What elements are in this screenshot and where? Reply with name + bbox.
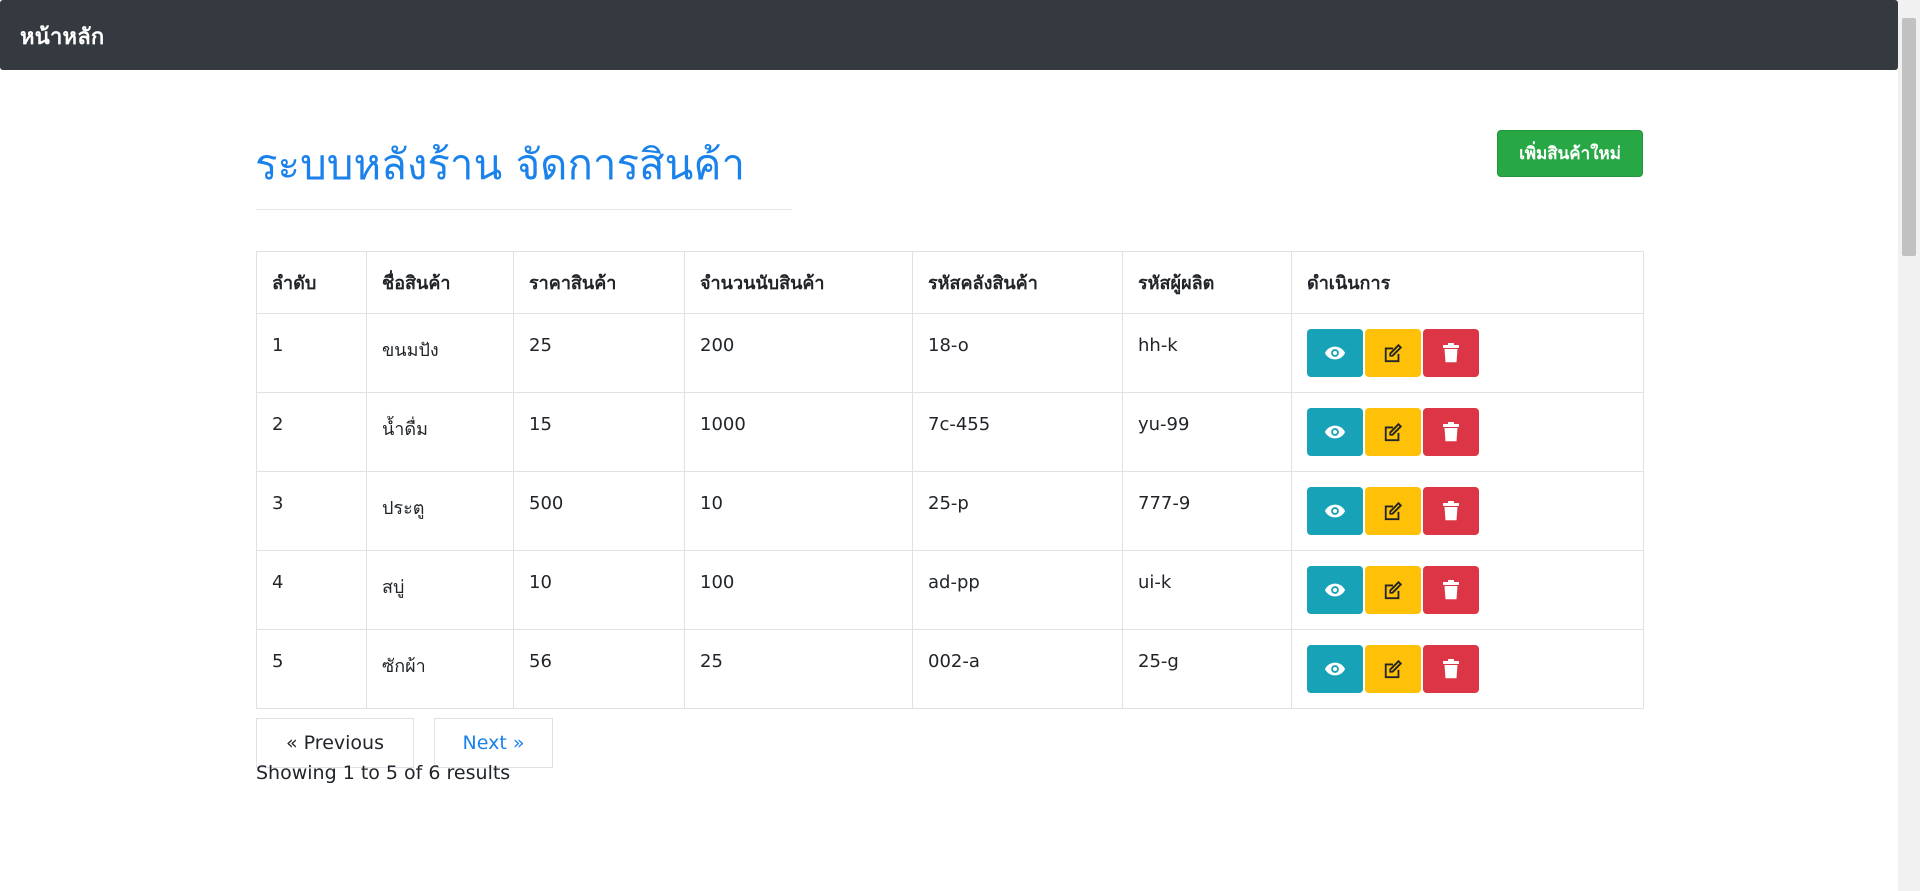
view-button[interactable] (1307, 487, 1363, 535)
header-actions: ดำเนินการ (1291, 251, 1644, 314)
delete-button[interactable] (1423, 487, 1479, 535)
eye-icon (1324, 661, 1346, 677)
cell-price: 500 (513, 471, 685, 551)
cell-price: 56 (513, 629, 685, 709)
edit-icon (1382, 659, 1404, 679)
cell-product-name: ประตู (366, 471, 514, 551)
cell-actions (1291, 392, 1644, 472)
edit-icon (1382, 580, 1404, 600)
delete-button[interactable] (1423, 408, 1479, 456)
cell-quantity: 200 (684, 313, 913, 393)
table-header-row: ลำดับ ชื่อสินค้า ราคาสินค้า จำนวนนับสินค… (256, 251, 1644, 314)
trash-icon (1443, 501, 1459, 521)
cell-manufacturer-code: 777-9 (1122, 471, 1292, 551)
eye-icon (1324, 345, 1346, 361)
edit-button[interactable] (1365, 408, 1421, 456)
cell-order: 1 (256, 313, 367, 393)
cell-order: 5 (256, 629, 367, 709)
delete-button[interactable] (1423, 329, 1479, 377)
cell-actions (1291, 471, 1644, 551)
table-row: 1 ขนมปัง 25 200 18-o hh-k (256, 313, 1644, 393)
eye-icon (1324, 424, 1346, 440)
edit-icon (1382, 501, 1404, 521)
table-row: 5 ซักผ้า 56 25 002-a 25-g (256, 629, 1644, 709)
page-title: ระบบหลังร้าน จัดการสินค้า (255, 140, 746, 189)
cell-quantity: 25 (684, 629, 913, 709)
vertical-scrollbar[interactable] (1898, 0, 1920, 891)
header-price: ราคาสินค้า (513, 251, 685, 314)
cell-product-name: ซักผ้า (366, 629, 514, 709)
edit-icon (1382, 422, 1404, 442)
cell-price: 15 (513, 392, 685, 472)
cell-actions (1291, 313, 1644, 393)
cell-warehouse-code: 25-p (912, 471, 1123, 551)
cell-product-name: สบู่ (366, 550, 514, 630)
trash-icon (1443, 422, 1459, 442)
view-button[interactable] (1307, 408, 1363, 456)
edit-button[interactable] (1365, 566, 1421, 614)
cell-order: 2 (256, 392, 367, 472)
cell-order: 3 (256, 471, 367, 551)
trash-icon (1443, 580, 1459, 600)
cell-quantity: 100 (684, 550, 913, 630)
cell-quantity: 1000 (684, 392, 913, 472)
next-page-button[interactable]: Next » (434, 718, 553, 768)
cell-warehouse-code: ad-pp (912, 550, 1123, 630)
header-manufacturer-code: รหัสผู้ผลิต (1122, 251, 1292, 314)
eye-icon (1324, 582, 1346, 598)
cell-manufacturer-code: hh-k (1122, 313, 1292, 393)
scrollbar-thumb[interactable] (1902, 18, 1916, 256)
cell-manufacturer-code: ui-k (1122, 550, 1292, 630)
edit-button[interactable] (1365, 487, 1421, 535)
edit-icon (1382, 343, 1404, 363)
navbar-brand-home-link[interactable]: หน้าหลัก (20, 19, 104, 54)
table-row: 4 สบู่ 10 100 ad-pp ui-k (256, 550, 1644, 630)
view-button[interactable] (1307, 329, 1363, 377)
table-row: 3 ประตู 500 10 25-p 777-9 (256, 471, 1644, 551)
cell-actions (1291, 629, 1644, 709)
eye-icon (1324, 503, 1346, 519)
cell-warehouse-code: 7c-455 (912, 392, 1123, 472)
view-button[interactable] (1307, 645, 1363, 693)
title-divider (256, 209, 792, 210)
header-quantity: จำนวนนับสินค้า (684, 251, 913, 314)
table-row: 2 น้ำดื่ม 15 1000 7c-455 yu-99 (256, 392, 1644, 472)
view-button[interactable] (1307, 566, 1363, 614)
delete-button[interactable] (1423, 645, 1479, 693)
cell-product-name: ขนมปัง (366, 313, 514, 393)
header-order: ลำดับ (256, 251, 367, 314)
cell-price: 10 (513, 550, 685, 630)
results-summary: Showing 1 to 5 of 6 results (256, 762, 511, 784)
header-product-name: ชื่อสินค้า (366, 251, 514, 314)
edit-button[interactable] (1365, 645, 1421, 693)
previous-page-button[interactable]: « Previous (256, 718, 414, 768)
trash-icon (1443, 343, 1459, 363)
add-product-button[interactable]: เพิ่มสินค้าใหม่ (1497, 130, 1643, 177)
navbar: หน้าหลัก (0, 0, 1898, 70)
products-table: ลำดับ ชื่อสินค้า ราคาสินค้า จำนวนนับสินค… (256, 251, 1644, 709)
cell-actions (1291, 550, 1644, 630)
edit-button[interactable] (1365, 329, 1421, 377)
cell-warehouse-code: 002-a (912, 629, 1123, 709)
cell-manufacturer-code: yu-99 (1122, 392, 1292, 472)
cell-warehouse-code: 18-o (912, 313, 1123, 393)
cell-order: 4 (256, 550, 367, 630)
cell-quantity: 10 (684, 471, 913, 551)
header-warehouse-code: รหัสคลังสินค้า (912, 251, 1123, 314)
cell-manufacturer-code: 25-g (1122, 629, 1292, 709)
trash-icon (1443, 659, 1459, 679)
delete-button[interactable] (1423, 566, 1479, 614)
cell-product-name: น้ำดื่ม (366, 392, 514, 472)
cell-price: 25 (513, 313, 685, 393)
